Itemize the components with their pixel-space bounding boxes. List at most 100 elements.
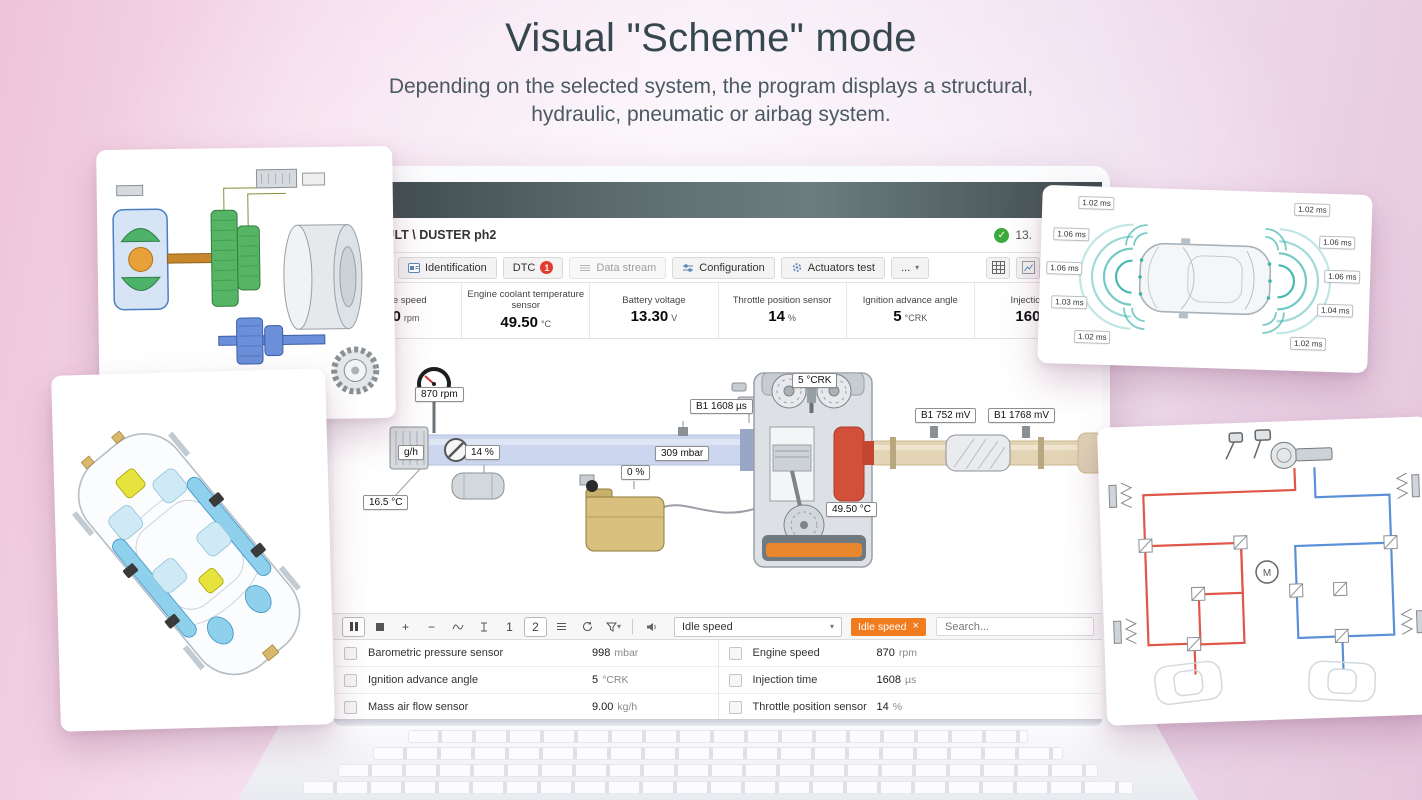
parameter-name: Ignition advance angle <box>368 674 479 686</box>
table-row[interactable]: Ignition advance angle 5 °CRK <box>334 667 718 694</box>
table-row[interactable]: Mass air flow sensor 9.00 kg/h <box>334 694 718 721</box>
app-window: RENAULT \ DUSTER ph2 ✓ 13. Identificatio… <box>334 182 1102 725</box>
refresh-button[interactable] <box>576 617 599 637</box>
tab-data-stream[interactable]: Data stream <box>569 256 667 279</box>
chevron-down-icon: ▾ <box>915 263 920 272</box>
playback-toolbar: + − 1 2 ▾ Idle speed ▾ Idle speed × Sear… <box>334 613 1102 640</box>
page-subtitle: Depending on the selected system, the pr… <box>0 73 1422 128</box>
sensor-card-coolant-temp[interactable]: Engine coolant temperature sensor 49.50 °… <box>462 283 591 338</box>
sensor-time-label: 1.02 ms <box>1073 329 1111 345</box>
tab-configuration[interactable]: Configuration <box>672 256 775 279</box>
parameter-unit: rpm <box>898 647 917 659</box>
engine-scheme-diagram <box>389 367 1102 568</box>
data-stream-icon <box>580 264 591 271</box>
ignition-label: 5 °CRK <box>792 373 838 388</box>
airbag-diagram <box>71 430 302 676</box>
table-row[interactable]: Injection time 1608 µs <box>718 667 1102 694</box>
parameter-name: Mass air flow sensor <box>368 701 469 713</box>
zoom-in-button[interactable]: + <box>394 617 417 637</box>
scheme-canvas: 870 rpm g/h 14 % 309 mbar B1 1608 µs 5 °… <box>334 339 1102 613</box>
laptop-hinge <box>334 719 1102 726</box>
filter-icon <box>605 622 617 632</box>
stop-button[interactable] <box>368 617 391 637</box>
parameter-unit: kg/h <box>617 701 638 713</box>
page-2-button[interactable]: 2 <box>524 616 547 637</box>
parameter-name: Barometric pressure sensor <box>368 647 504 659</box>
table-row[interactable]: Throttle position sensor 14% <box>718 694 1102 721</box>
keyboard-row <box>408 730 1028 743</box>
chevron-down-icon: ▾ <box>616 622 621 631</box>
row-checkbox[interactable] <box>344 700 357 714</box>
grid-icon <box>991 261 1005 274</box>
stop-icon <box>375 622 384 631</box>
map-label: 309 mbar <box>655 446 710 461</box>
subtitle-line-2: hydraulic, pneumatic or airbag system. <box>531 102 891 126</box>
row-checkbox[interactable] <box>344 673 357 687</box>
parameter-select[interactable]: Idle speed ▾ <box>674 616 842 637</box>
parameter-name: Engine speed <box>752 647 820 659</box>
tab-bar: Identification DTC 1 Data stream Configu… <box>334 252 1102 283</box>
id-card-icon <box>408 262 420 273</box>
row-checkbox[interactable] <box>728 646 742 660</box>
page-title: Visual "Scheme" mode <box>505 16 917 60</box>
titlebar-status: ✓ 13. <box>994 227 1032 243</box>
parameter-name: Injection time <box>752 674 818 686</box>
app-titlebar: RENAULT \ DUSTER ph2 ✓ 13. <box>334 218 1102 252</box>
search-input[interactable] <box>936 617 1094 636</box>
close-icon[interactable]: × <box>912 621 918 632</box>
parameter-value: 5 °CRK <box>592 674 629 686</box>
card-airbag <box>51 368 335 732</box>
tab-dtc[interactable]: DTC 1 <box>502 256 564 279</box>
parameter-value: 998 mbar <box>592 647 639 659</box>
sensor-time-label: 1.06 ms <box>1323 269 1361 284</box>
motor-label: M <box>1263 568 1272 579</box>
sensor-time-label: 1.02 ms <box>1078 195 1115 211</box>
parameter-name: Throttle position sensor <box>752 701 867 713</box>
iat-label: 16.5 °C <box>363 495 409 510</box>
keyboard-row <box>373 747 1063 760</box>
list-button[interactable] <box>550 617 573 637</box>
laptop-mockup: RENAULT \ DUSTER ph2 ✓ 13. Identificatio… <box>326 166 1110 725</box>
sensor-cards-row: Engine speed 870rpm Engine coolant tempe… <box>334 283 1102 339</box>
parameter-table: Barometric pressure sensor 998 mbar Ignit… <box>334 640 1102 721</box>
tab-more[interactable]: ... ▾ <box>891 256 930 279</box>
page-1-button[interactable]: 1 <box>498 617 521 637</box>
o2-post-label: B1 1768 mV <box>988 408 1056 423</box>
sensor-time-label: 1.06 ms <box>1046 261 1083 276</box>
view-switcher <box>986 256 1040 279</box>
tab-actuators-test[interactable]: Actuators test <box>780 256 885 279</box>
row-checkbox[interactable] <box>728 673 742 687</box>
chevron-down-icon: ▾ <box>829 622 834 631</box>
connection-check-icon: ✓ <box>994 227 1010 243</box>
sensor-card-ignition-advance[interactable]: Ignition advance angle 5 °CRK <box>847 283 975 338</box>
curves-button[interactable] <box>446 617 469 637</box>
pause-button[interactable] <box>342 616 365 637</box>
keyboard-row <box>338 764 1098 777</box>
parameter-tag[interactable]: Idle speed × <box>851 617 926 636</box>
sound-button[interactable] <box>640 617 663 637</box>
parameter-value: 9.00 kg/h <box>592 701 638 713</box>
row-checkbox[interactable] <box>728 700 742 714</box>
tab-identification[interactable]: Identification <box>398 256 497 279</box>
dtc-count-badge: 1 <box>540 261 554 274</box>
parameter-value: 1608 µs <box>876 674 917 686</box>
chart-view-button[interactable] <box>1016 256 1040 279</box>
table-row[interactable]: Engine speed 870 rpm <box>718 640 1102 667</box>
parameter-value: 870 rpm <box>876 647 917 659</box>
table-column-right: Engine speed 870 rpm Injection time 1608 µ… <box>717 640 1102 721</box>
filter-button[interactable]: ▾ <box>602 617 625 637</box>
zoom-out-button[interactable]: − <box>420 617 443 637</box>
parameter-unit: °CRK <box>602 674 629 686</box>
page: Visual "Scheme" mode Depending on the se… <box>0 0 1422 800</box>
table-row[interactable]: Barometric pressure sensor 998 mbar <box>334 640 718 667</box>
injector-label: B1 1608 µs <box>690 399 753 414</box>
grid-view-button[interactable] <box>986 256 1010 279</box>
sensor-time-label: 1.04 ms <box>1316 303 1354 318</box>
sensor-card-battery-voltage[interactable]: Battery voltage 13.30 V <box>590 283 719 338</box>
card-hydraulic: M <box>1096 416 1422 726</box>
interval-button[interactable] <box>472 617 495 637</box>
toolbar-divider <box>632 619 633 634</box>
waveform-icon <box>452 623 463 630</box>
sensor-card-throttle-position[interactable]: Throttle position sensor 14% <box>719 283 847 338</box>
row-checkbox[interactable] <box>344 646 357 660</box>
